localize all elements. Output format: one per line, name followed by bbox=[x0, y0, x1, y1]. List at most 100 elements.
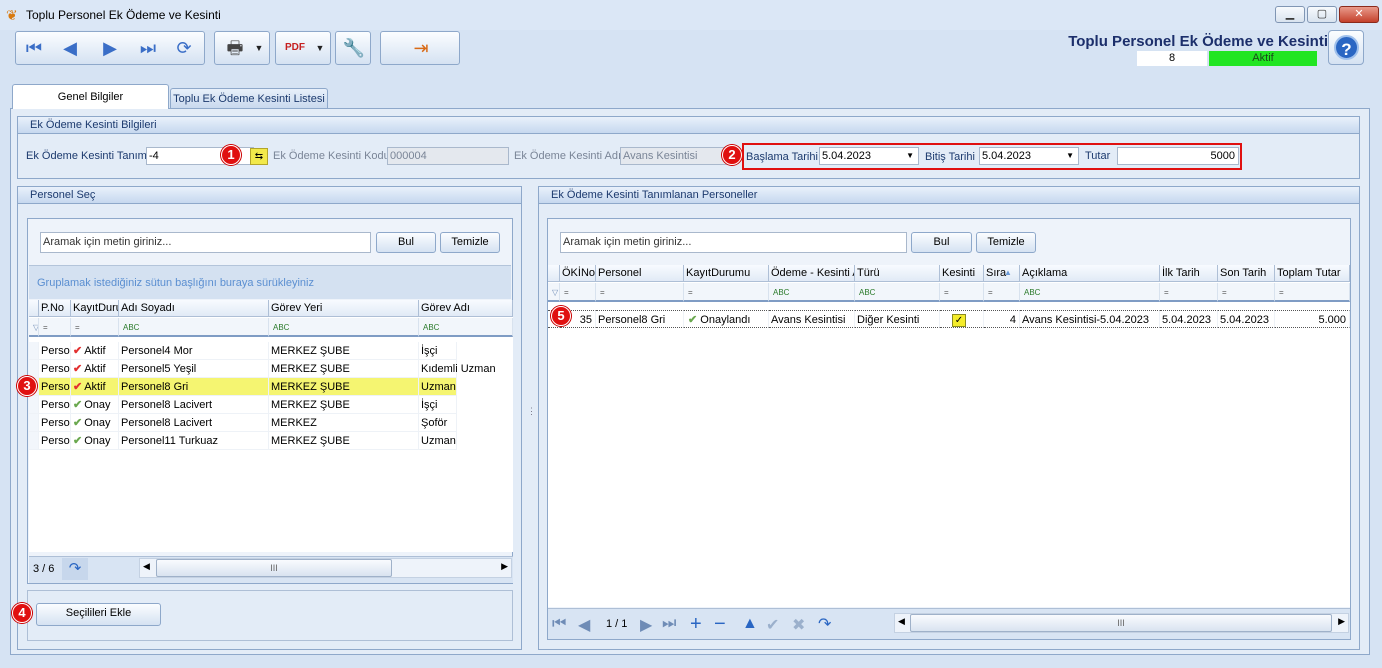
scroll-left-icon[interactable]: ◀ bbox=[898, 616, 905, 627]
cell-kayit-durumu[interactable]: ✔ Aktif bbox=[71, 360, 119, 378]
first-page-icon[interactable]: ⏮ bbox=[552, 615, 566, 633]
cell-turu[interactable]: Diğer Kesinti bbox=[855, 310, 940, 328]
col-pno[interactable]: P.No bbox=[39, 300, 71, 317]
help-button[interactable]: ? bbox=[1328, 30, 1364, 65]
cell-pno[interactable]: Perso bbox=[39, 414, 71, 432]
cell-ilk[interactable]: 5.04.2023 bbox=[1160, 310, 1218, 328]
refresh-icon[interactable]: ⟳ bbox=[170, 36, 198, 60]
first-record-icon[interactable]: ⏮ bbox=[20, 36, 48, 60]
scroll-right-icon[interactable]: ▶ bbox=[501, 561, 508, 572]
filter-ilk-tarih[interactable]: = bbox=[1160, 283, 1218, 302]
filter-son-tarih[interactable]: = bbox=[1218, 283, 1275, 302]
right-find-button[interactable]: Bul bbox=[911, 232, 972, 253]
cell-gorev-adi[interactable]: Şoför bbox=[419, 414, 457, 432]
cell-kayit-durumu[interactable]: ✔ Aktif bbox=[71, 342, 119, 360]
filter-kayit[interactable]: = bbox=[71, 318, 119, 337]
tab-genel-bilgiler[interactable]: Genel Bilgiler bbox=[12, 84, 169, 109]
cell-gorev-yeri[interactable]: MERKEZ ŞUBE bbox=[269, 432, 419, 450]
right-search-input[interactable]: Aramak için metin giriniz... bbox=[560, 232, 907, 253]
col-son-tarih[interactable]: Son Tarih bbox=[1218, 265, 1275, 282]
cell-adi-soyadi[interactable]: Personel8 Gri bbox=[119, 378, 269, 396]
cell-odeme[interactable]: Avans Kesintisi bbox=[769, 310, 855, 328]
save-row-icon[interactable]: ✔ bbox=[766, 615, 779, 635]
baslama-date-field[interactable]: 5.04.2023 ▼ bbox=[819, 147, 919, 165]
prev-record-icon[interactable]: ◀ bbox=[56, 36, 84, 60]
filter-toplam-tutar[interactable]: = bbox=[1275, 283, 1350, 302]
delete-row-icon[interactable]: − bbox=[714, 613, 726, 636]
col-turu[interactable]: Türü bbox=[855, 265, 940, 282]
cell-gorev-yeri[interactable]: MERKEZ bbox=[269, 414, 419, 432]
filter-personel[interactable]: = bbox=[596, 283, 684, 302]
row-indicator-header[interactable] bbox=[548, 265, 560, 282]
row-indicator[interactable] bbox=[29, 432, 39, 450]
col-adi-soyadi[interactable]: Adı Soyadı bbox=[119, 300, 269, 317]
left-hscroll-thumb[interactable]: III bbox=[156, 559, 392, 577]
cell-adi-soyadi[interactable]: Personel11 Turkuaz bbox=[119, 432, 269, 450]
cell-toplam[interactable]: 5.000 bbox=[1275, 310, 1350, 328]
col-kayit-durumu[interactable]: KayıtDurumu bbox=[71, 300, 119, 317]
col-ilk-tarih[interactable]: İlk Tarih bbox=[1160, 265, 1218, 282]
cell-pno[interactable]: Perso bbox=[39, 432, 71, 450]
move-up-icon[interactable]: ▲ bbox=[742, 615, 758, 633]
chevron-down-icon[interactable]: ▼ bbox=[906, 148, 914, 164]
cell-gorev-adi[interactable]: İşçi bbox=[419, 396, 457, 414]
print-button[interactable]: 🖶 ▼ bbox=[214, 31, 270, 65]
filter-pno[interactable]: = bbox=[39, 318, 71, 337]
scroll-right-icon[interactable]: ▶ bbox=[1338, 616, 1345, 627]
col-aciklama[interactable]: Açıklama bbox=[1020, 265, 1160, 282]
next-page-icon[interactable]: ▶ bbox=[640, 615, 652, 635]
cell-pno[interactable]: Perso bbox=[39, 342, 71, 360]
cell-kayit-durumu[interactable]: ✔ Onay bbox=[71, 432, 119, 450]
last-record-icon[interactable]: ⏭ bbox=[134, 36, 162, 60]
left-search-input[interactable]: Aramak için metin giriniz... bbox=[40, 232, 371, 253]
col-gorev-yeri[interactable]: Görev Yeri bbox=[269, 300, 419, 317]
close-button[interactable]: ✕ bbox=[1339, 6, 1379, 23]
maximize-button[interactable]: ▢ bbox=[1307, 6, 1337, 23]
cell-gorev-adi[interactable]: İşçi bbox=[419, 342, 457, 360]
prev-page-icon[interactable]: ◀ bbox=[578, 615, 590, 635]
filter-aciklama[interactable]: ABC bbox=[1020, 283, 1160, 302]
right-hscroll-thumb[interactable]: III bbox=[910, 614, 1332, 632]
filter-okino[interactable]: = bbox=[560, 283, 596, 302]
add-selected-button[interactable]: Seçilileri Ekle bbox=[36, 603, 161, 626]
left-hscroll[interactable]: ◀ III ▶ bbox=[139, 558, 512, 578]
cell-gorev-yeri[interactable]: MERKEZ ŞUBE bbox=[269, 360, 419, 378]
col-personel[interactable]: Personel bbox=[596, 265, 684, 282]
col-kesinti[interactable]: Kesinti bbox=[940, 265, 984, 282]
chevron-down-icon[interactable]: ▼ bbox=[1066, 148, 1074, 164]
settings-button[interactable]: 🔧 bbox=[335, 31, 371, 65]
add-row-icon[interactable]: + bbox=[690, 613, 702, 636]
splitter-handle[interactable]: ⋮ bbox=[527, 407, 536, 430]
cell-gorev-adi[interactable]: Uzman bbox=[419, 432, 457, 450]
cell-gorev-yeri[interactable]: MERKEZ ŞUBE bbox=[269, 378, 419, 396]
last-page-icon[interactable]: ⏭ bbox=[662, 615, 676, 633]
cancel-row-icon[interactable]: ✖ bbox=[792, 615, 805, 635]
cell-durum[interactable]: ✔ Onaylandı bbox=[684, 310, 769, 328]
filter-gorev[interactable]: ABC bbox=[419, 318, 513, 337]
cell-kesinti[interactable]: ✓ bbox=[940, 310, 984, 328]
filter-kesinti[interactable]: = bbox=[940, 283, 984, 302]
exit-button[interactable]: ⇥ bbox=[380, 31, 460, 65]
cell-adi-soyadi[interactable]: Personel5 Yeşil bbox=[119, 360, 269, 378]
cell-gorev-adi[interactable]: Uzman bbox=[419, 378, 457, 396]
cell-aciklama[interactable]: Avans Kesintisi-5.04.2023 bbox=[1020, 310, 1160, 328]
cell-gorev-yeri[interactable]: MERKEZ ŞUBE bbox=[269, 396, 419, 414]
tutar-field[interactable]: 5000 bbox=[1117, 147, 1239, 165]
cell-son[interactable]: 5.04.2023 bbox=[1218, 310, 1275, 328]
minimize-button[interactable]: ▁ bbox=[1275, 6, 1305, 23]
col-kayit-durumu[interactable]: KayıtDurumu bbox=[684, 265, 769, 282]
cell-personel[interactable]: Personel8 Gri bbox=[596, 310, 684, 328]
row-indicator[interactable] bbox=[29, 360, 39, 378]
right-clear-button[interactable]: Temizle bbox=[976, 232, 1036, 253]
cell-pno[interactable]: Perso bbox=[39, 378, 71, 396]
filter-sira[interactable]: = bbox=[984, 283, 1020, 302]
cell-sira[interactable]: 4 bbox=[984, 310, 1020, 328]
col-odeme-kesinti-adi[interactable]: Ödeme - Kesinti Adı bbox=[769, 265, 855, 282]
refresh-icon[interactable]: ↷ bbox=[818, 614, 831, 634]
cell-pno[interactable]: Perso bbox=[39, 360, 71, 378]
filter-kayit-durumu[interactable]: = bbox=[684, 283, 769, 302]
cell-adi-soyadi[interactable]: Personel4 Mor bbox=[119, 342, 269, 360]
filter-odeme-kesinti-adi[interactable]: ABC bbox=[769, 283, 855, 302]
cell-kayit-durumu[interactable]: ✔ Onay bbox=[71, 414, 119, 432]
refresh-icon[interactable]: ↷ bbox=[62, 558, 88, 580]
